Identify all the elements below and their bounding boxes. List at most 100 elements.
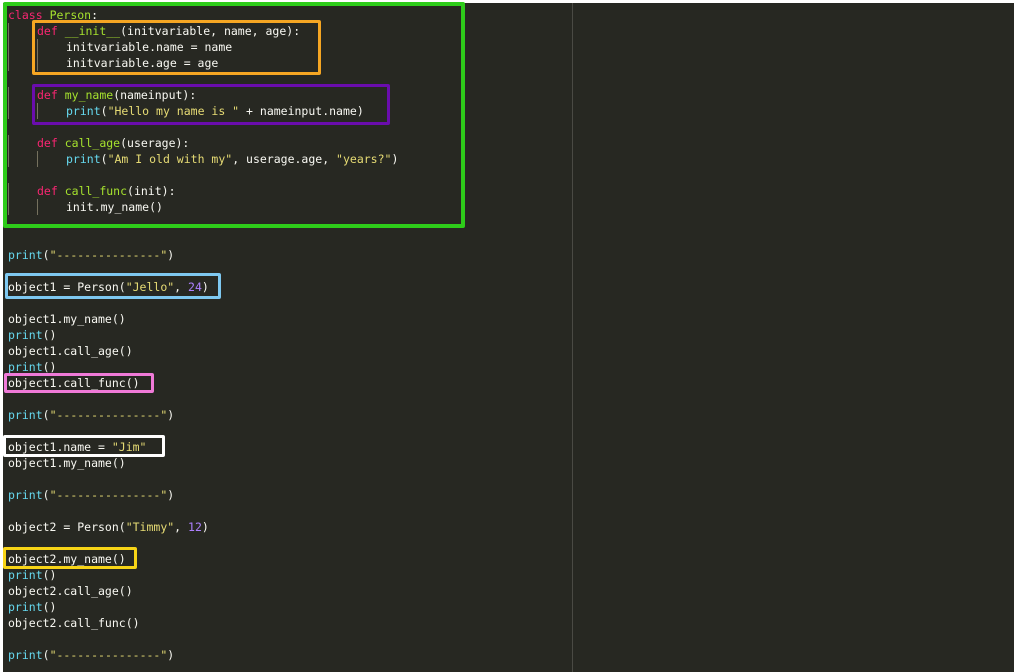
- code-line[interactable]: object1.my_name(): [8, 455, 398, 471]
- code-token: print: [8, 328, 43, 342]
- code-token: print: [8, 248, 43, 262]
- code-line[interactable]: object1.name = "Jim": [8, 439, 398, 455]
- code-token: object2.my_name(): [8, 552, 126, 566]
- code-token: "Am I old with my": [107, 152, 233, 166]
- code-line[interactable]: def call_age(userage):: [8, 135, 398, 151]
- code-line[interactable]: [8, 471, 398, 487]
- code-line[interactable]: [8, 215, 398, 231]
- code-line[interactable]: [8, 535, 398, 551]
- code-token: 12: [188, 520, 202, 534]
- code-token: ): [201, 280, 209, 294]
- code-line[interactable]: object2.call_func(): [8, 615, 398, 631]
- code-line[interactable]: [8, 391, 398, 407]
- code-token: "years?": [336, 152, 392, 166]
- indent-guide: [8, 199, 37, 215]
- code-token: object1.my_name(): [8, 312, 126, 326]
- code-line[interactable]: [8, 231, 398, 247]
- code-token: (): [42, 360, 57, 374]
- code-line[interactable]: [8, 167, 398, 183]
- code-line[interactable]: [8, 119, 398, 135]
- code-token: ,: [174, 520, 189, 534]
- code-line[interactable]: [8, 71, 398, 87]
- code-line[interactable]: print("---------------"): [8, 647, 398, 663]
- editor-split-divider[interactable]: [572, 3, 573, 672]
- indent-guide: [8, 87, 37, 103]
- code-line[interactable]: object1 = Person("Jello", 24): [8, 279, 398, 295]
- code-line[interactable]: print(): [8, 359, 398, 375]
- code-line[interactable]: [8, 295, 398, 311]
- code-line[interactable]: print(): [8, 327, 398, 343]
- code-token: (: [42, 488, 50, 502]
- code-token: :: [91, 8, 99, 22]
- code-token: initvariable.name = name: [66, 40, 233, 54]
- code-line[interactable]: def call_func(init):: [8, 183, 398, 199]
- code-editor[interactable]: class Person: def __init__(initvariable, …: [3, 3, 1014, 672]
- code-line[interactable]: def my_name(nameinput):: [8, 87, 398, 103]
- code-line[interactable]: initvariable.age = age: [8, 55, 398, 71]
- code-token: "Jello": [125, 280, 175, 294]
- code-token: initvariable.age = age: [66, 56, 219, 70]
- code-token: (initvariable, name, age):: [120, 24, 301, 38]
- code-line[interactable]: class Person:: [8, 7, 398, 23]
- code-line[interactable]: init.my_name(): [8, 199, 398, 215]
- indent-guide: [8, 39, 37, 55]
- indent-guide: [8, 23, 37, 39]
- code-token: init.my_name(): [66, 200, 163, 214]
- code-token: object1 = Person(: [8, 280, 126, 294]
- indent-guide: [37, 151, 66, 167]
- code-token: ): [167, 648, 175, 662]
- code-token: my_name: [64, 88, 114, 102]
- code-line[interactable]: print("---------------"): [8, 407, 398, 423]
- code-token: ): [201, 520, 209, 534]
- code-line[interactable]: print("Hello my name is " + nameinput.na…: [8, 103, 398, 119]
- code-area[interactable]: class Person: def __init__(initvariable, …: [8, 7, 398, 663]
- code-token: object2.call_age(): [8, 584, 133, 598]
- indent-guide: [8, 103, 37, 119]
- code-token: "---------------": [49, 488, 168, 502]
- code-token: def: [37, 184, 58, 198]
- code-line[interactable]: def __init__(initvariable, name, age):: [8, 23, 398, 39]
- indent-guide: [8, 135, 37, 151]
- code-line[interactable]: object2.call_age(): [8, 583, 398, 599]
- code-token: ,: [174, 280, 189, 294]
- code-token: (: [42, 248, 50, 262]
- code-line[interactable]: print("---------------"): [8, 487, 398, 503]
- code-token: call_func: [64, 184, 128, 198]
- code-token: ): [391, 152, 399, 166]
- indent-guide: [8, 55, 37, 71]
- code-line[interactable]: print(): [8, 599, 398, 615]
- code-token: def: [37, 136, 58, 150]
- code-token: (init):: [127, 184, 176, 198]
- code-line[interactable]: [8, 631, 398, 647]
- code-line[interactable]: print(): [8, 567, 398, 583]
- code-line[interactable]: object2 = Person("Timmy", 12): [8, 519, 398, 535]
- code-token: print: [8, 600, 43, 614]
- code-token: print: [8, 488, 43, 502]
- code-token: (: [42, 648, 50, 662]
- code-line[interactable]: object1.call_age(): [8, 343, 398, 359]
- code-line[interactable]: [8, 423, 398, 439]
- code-token: "---------------": [49, 648, 168, 662]
- code-token: , userage.age,: [232, 152, 337, 166]
- code-line[interactable]: object1.call_func(): [8, 375, 398, 391]
- code-token: "Hello my name is ": [107, 104, 240, 118]
- code-line[interactable]: initvariable.name = name: [8, 39, 398, 55]
- code-line[interactable]: print("---------------"): [8, 247, 398, 263]
- code-token: print: [66, 104, 101, 118]
- code-token: object1.call_func(): [8, 376, 140, 390]
- code-line[interactable]: [8, 503, 398, 519]
- code-line[interactable]: object2.my_name(): [8, 551, 398, 567]
- code-line[interactable]: [8, 263, 398, 279]
- indent-guide: [37, 55, 66, 71]
- code-line[interactable]: print("Am I old with my", userage.age, "…: [8, 151, 398, 167]
- code-token: object1.my_name(): [8, 456, 126, 470]
- code-token: (userage):: [120, 136, 190, 150]
- code-line[interactable]: object1.my_name(): [8, 311, 398, 327]
- code-token: (): [42, 568, 57, 582]
- code-token: def: [37, 24, 58, 38]
- code-token: print: [8, 408, 43, 422]
- code-token: object1.name =: [8, 440, 112, 454]
- code-token: (: [42, 408, 50, 422]
